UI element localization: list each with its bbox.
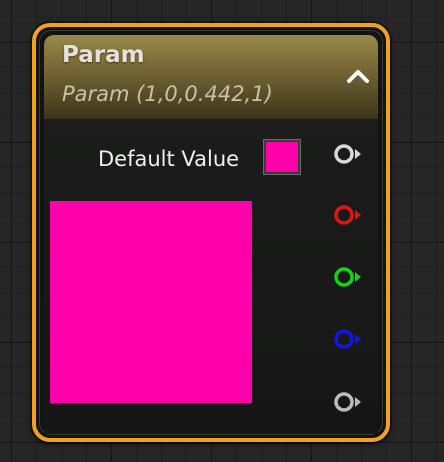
vector-parameter-node[interactable]: Param Param (1,0,0.442,1) Default Value <box>32 23 390 442</box>
chevron-up-icon <box>347 70 369 83</box>
output-pin-g[interactable] <box>333 266 363 288</box>
pin-output-icon <box>334 144 361 164</box>
default-value-color-swatch[interactable] <box>263 139 301 175</box>
node-title: Param <box>62 42 145 68</box>
node-subtitle: Param (1,0,0.442,1) <box>62 82 273 106</box>
pin-output-icon <box>334 329 361 349</box>
collapse-button[interactable] <box>344 65 372 87</box>
output-pin-a[interactable] <box>333 391 363 413</box>
pin-output-icon <box>334 392 361 412</box>
default-value-label: Default Value <box>98 147 240 171</box>
output-pin-r[interactable] <box>333 204 363 226</box>
pin-output-icon <box>334 205 361 225</box>
pin-output-icon <box>334 267 361 287</box>
output-pin-b[interactable] <box>333 328 363 350</box>
color-preview <box>50 201 252 403</box>
output-pin-rgba[interactable] <box>333 143 363 165</box>
